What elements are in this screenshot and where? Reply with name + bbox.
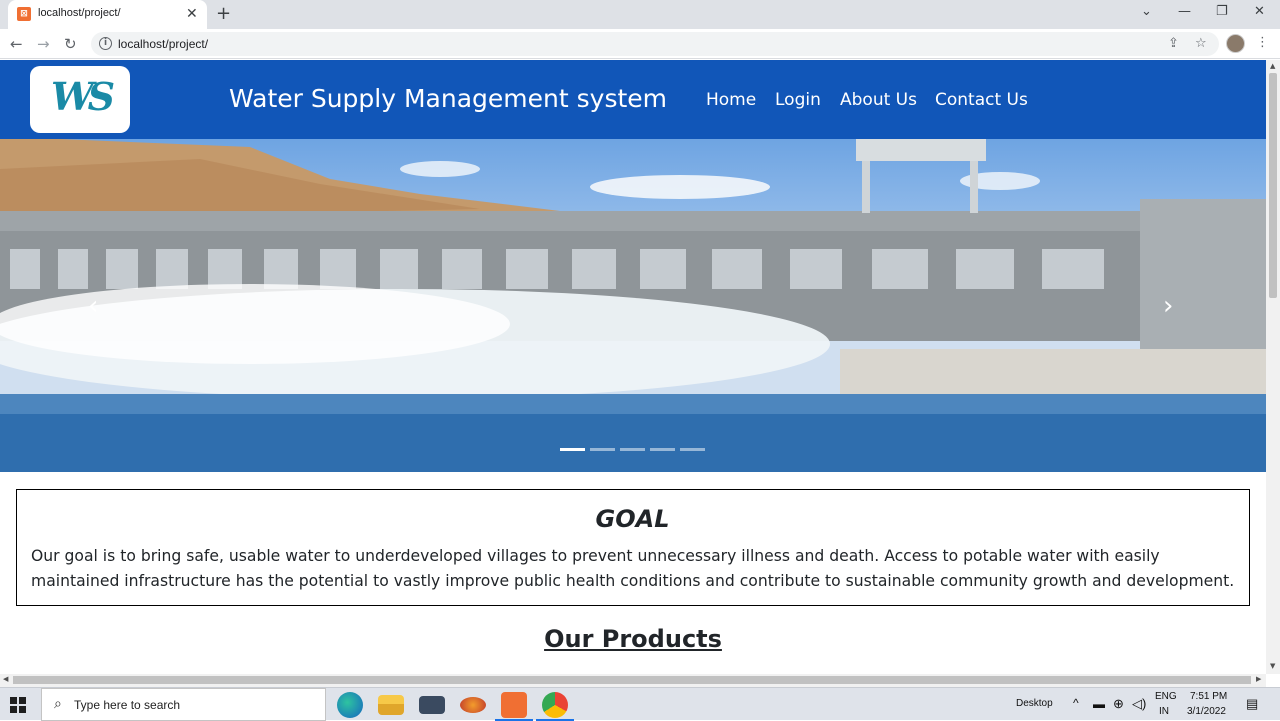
xampp-icon[interactable] (495, 692, 533, 721)
tab-search-icon[interactable]: ⌄ (1141, 4, 1152, 20)
vertical-scroll-thumb[interactable] (1269, 73, 1277, 298)
browser-toolbar: ← → ↻ i localhost/project/ ⇪ ☆ ⋮ (0, 29, 1280, 59)
tab-title: localhost/project/ (38, 7, 121, 19)
carousel-prev-icon[interactable]: ‹ (88, 293, 98, 319)
chrome-icon[interactable] (536, 692, 574, 721)
site-info-icon[interactable]: i (99, 37, 112, 50)
goal-section: GOAL Our goal is to bring safe, usable w… (16, 489, 1250, 606)
hero-carousel[interactable]: ‹ › (0, 139, 1266, 472)
scroll-right-icon[interactable]: ▶ (1256, 675, 1261, 683)
chevron-up-icon[interactable]: ^ (1073, 696, 1079, 710)
url-text[interactable]: localhost/project/ (118, 37, 208, 51)
maximize-button[interactable]: ❐ (1216, 4, 1228, 20)
forward-arrow-icon[interactable]: → (37, 35, 50, 53)
nav-login[interactable]: Login (775, 90, 821, 110)
reload-icon[interactable]: ↻ (64, 35, 77, 53)
new-tab-button[interactable]: + (216, 4, 231, 24)
products-heading: Our Products (544, 625, 722, 653)
horizontal-scroll-thumb[interactable] (13, 676, 1251, 684)
goal-text: Our goal is to bring safe, usable water … (31, 547, 1235, 590)
language-top[interactable]: ENG (1155, 691, 1177, 702)
profile-avatar[interactable] (1226, 34, 1245, 53)
scroll-left-icon[interactable]: ◀ (3, 675, 8, 683)
taskbar-search-placeholder[interactable]: Type here to search (74, 698, 180, 712)
menu-dots-icon[interactable]: ⋮ (1256, 35, 1269, 50)
tab-close-icon[interactable]: ✕ (186, 6, 198, 22)
bookmark-star-icon[interactable]: ☆ (1195, 36, 1207, 51)
nav-about-us[interactable]: About Us (840, 90, 917, 110)
share-icon[interactable]: ⇪ (1168, 36, 1179, 51)
notification-icon[interactable]: ▤ (1246, 696, 1258, 712)
windows-start-icon[interactable] (10, 697, 26, 713)
nav-home[interactable]: Home (706, 90, 756, 110)
search-icon: ⌕ (54, 696, 62, 712)
site-logo[interactable]: WS (30, 66, 130, 133)
goal-heading: GOAL (595, 505, 670, 533)
browser-tab-strip: ⊠ localhost/project/ ✕ + ⌄ — ❐ ✕ (0, 0, 1280, 29)
carousel-indicator[interactable] (560, 448, 585, 451)
speaker-icon[interactable]: ◁) (1132, 696, 1146, 712)
network-globe-icon[interactable]: ⊕ (1113, 696, 1124, 712)
dam-image (0, 139, 1266, 472)
horizontal-scrollbar[interactable]: ◀ ▶ (0, 674, 1266, 687)
page-viewport: WS Water Supply Management system Home L… (0, 60, 1266, 674)
site-title: Water Supply Management system (229, 84, 668, 113)
close-window-button[interactable]: ✕ (1254, 4, 1265, 20)
back-arrow-icon[interactable]: ← (10, 35, 23, 53)
browser-tab[interactable]: ⊠ localhost/project/ ✕ (8, 0, 207, 29)
language-bottom[interactable]: IN (1159, 706, 1169, 717)
battery-icon[interactable]: ▬ (1093, 697, 1105, 711)
taskbar-search[interactable]: ⌕ Type here to search (41, 688, 326, 721)
nav-contact-us[interactable]: Contact Us (935, 90, 1028, 110)
carousel-indicator[interactable] (680, 448, 705, 451)
carousel-indicator[interactable] (620, 448, 645, 451)
edge-icon[interactable] (337, 692, 363, 718)
vertical-scrollbar[interactable]: ▲ ▼ (1266, 60, 1280, 674)
minimize-button[interactable]: — (1178, 4, 1191, 20)
windows-taskbar: ⌕ Type here to search Desktop ^ ▬ ⊕ ◁) E… (0, 687, 1280, 721)
clock-date[interactable]: 3/1/2022 (1187, 706, 1226, 717)
logo-mark: WS (50, 74, 115, 119)
scroll-up-icon[interactable]: ▲ (1270, 62, 1275, 70)
scroll-down-icon[interactable]: ▼ (1270, 662, 1275, 670)
xampp-favicon-icon: ⊠ (17, 7, 31, 21)
site-header: WS Water Supply Management system Home L… (0, 60, 1266, 139)
carousel-indicator[interactable] (590, 448, 615, 451)
app-window-icon[interactable] (419, 696, 445, 714)
address-bar[interactable]: i localhost/project/ ⇪ ☆ (91, 32, 1219, 56)
carousel-next-icon[interactable]: › (1163, 293, 1173, 319)
paint-app-icon[interactable] (460, 697, 486, 713)
clock-time[interactable]: 7:51 PM (1190, 691, 1227, 702)
carousel-indicator[interactable] (650, 448, 675, 451)
file-explorer-icon[interactable] (378, 695, 404, 715)
desktop-toolbar-label[interactable]: Desktop (1016, 698, 1053, 709)
